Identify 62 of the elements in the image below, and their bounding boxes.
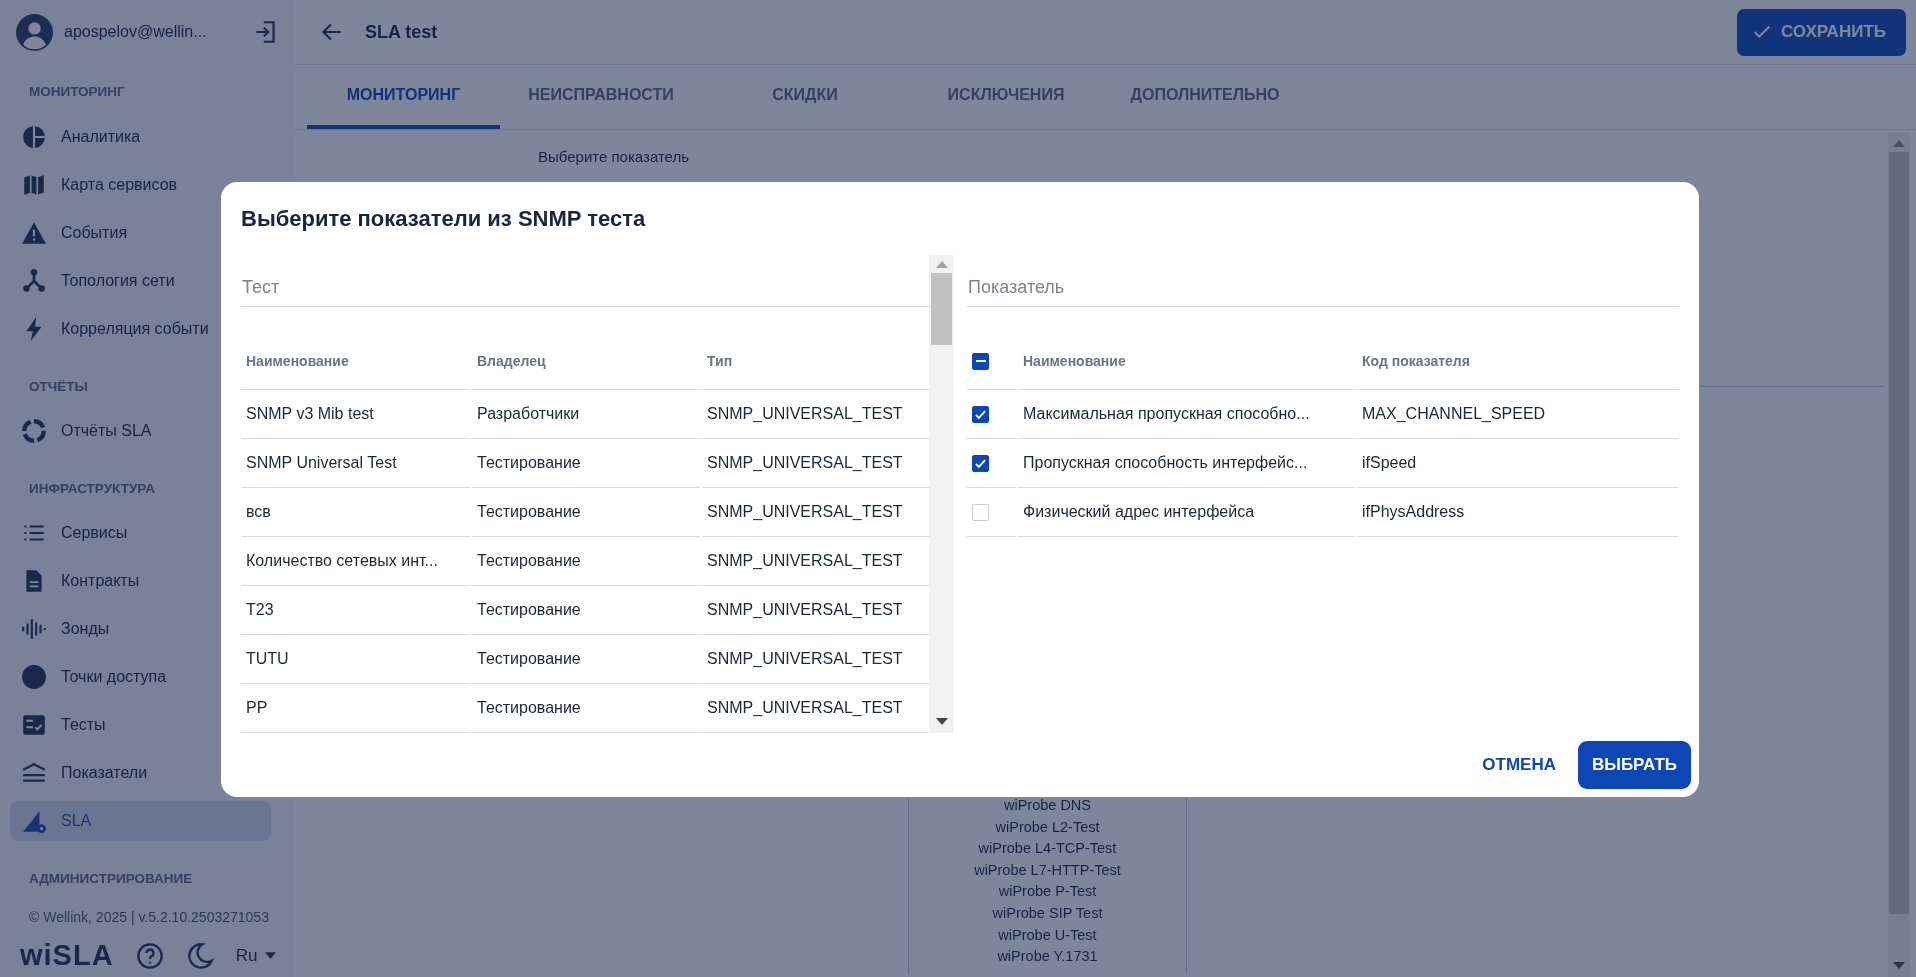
ring-icon [21, 418, 47, 444]
section-heading: АДМИНИСТРИРОВАНИЕ [29, 870, 193, 888]
caret-icon [265, 952, 277, 959]
tab[interactable]: СКИДКИ [702, 65, 908, 129]
table-row[interactable]: Пропускная способность интерфейс... ifSpeed [967, 439, 1679, 488]
language-selector[interactable]: Ru [235, 945, 277, 966]
table-row[interactable]: всв Тестирование SNMP_UNIVERSAL_TEST [241, 488, 929, 537]
section-heading: МОНИТОРИНГ [29, 83, 125, 101]
table-row[interactable]: Количество сетевых инт... Тестирование SNMP_UNIVERSAL_TEST [241, 537, 929, 586]
select-button[interactable]: ВЫБРАТЬ [1577, 741, 1691, 789]
column-header[interactable]: Наименование [241, 333, 470, 390]
table-row[interactable]: Максимальная пропускная способно... MAX_CHANNEL_SPEED [967, 390, 1679, 439]
table-row[interactable]: SNMP v3 Mib test Разработчики SNMP_UNIVERSAL_TEST [241, 390, 929, 439]
map-icon [21, 172, 47, 198]
checkbox[interactable] [972, 455, 989, 473]
probe-item[interactable]: wiProbe L4-TCP-Test [978, 838, 1117, 860]
sidebar-item[interactable]: SLA [10, 801, 271, 841]
probe-item[interactable]: wiProbe L7-HTTP-Test [974, 859, 1121, 882]
tab[interactable]: НЕИСПРАВНОСТИ [500, 65, 702, 129]
sidebar-item[interactable]: Показатели [10, 753, 271, 793]
table-row[interactable]: Физический адрес интерфейса ifPhysAddress [967, 488, 1679, 537]
scrollbar[interactable] [1888, 132, 1910, 977]
table-row[interactable]: T23 Тестирование SNMP_UNIVERSAL_TEST [241, 586, 929, 635]
search-field[interactable]: Показатель [967, 255, 1679, 307]
section-heading: ИНФРАСТРУКТУРА [29, 480, 155, 498]
cancel-button[interactable]: ОТМЕНА [1482, 745, 1556, 785]
column-header[interactable]: Код показателя [1357, 333, 1679, 390]
checkbox[interactable] [972, 406, 989, 424]
user-name[interactable]: apospelov@wellin... [64, 23, 242, 41]
select-all-checkbox[interactable] [972, 352, 989, 370]
table-row[interactable]: SNMP Universal Test Тестирование SNMP_UNIVERSAL_TEST [241, 439, 929, 488]
probe-item[interactable]: wiProbe SIP Test [992, 902, 1103, 925]
field-label: Выберите показатель [537, 147, 691, 165]
probe-item[interactable]: wiProbe U-Test [998, 924, 1097, 947]
probe-item[interactable]: wiProbe Y.1731 [997, 946, 1098, 968]
tab[interactable]: МОНИТОРИНГ [307, 65, 500, 129]
sidebar-item[interactable]: Карта сервисов [10, 165, 271, 205]
minus-icon [975, 360, 986, 363]
table-row[interactable]: PP Тестирование SNMP_UNIVERSAL_TEST [241, 684, 929, 733]
page-title: SLA test [365, 21, 439, 43]
logo: wiSLA [20, 939, 114, 972]
save-button[interactable]: СОХРАНИТЬ [1737, 8, 1906, 56]
copyright-text: © Wellink, 2025 | v.5.2.10.2503271053 [28, 908, 270, 925]
dot-icon [21, 664, 47, 690]
pie-icon [21, 124, 47, 150]
probe-item[interactable]: wiProbe DNS [1004, 795, 1091, 817]
help-icon[interactable] [135, 941, 164, 970]
table-row[interactable]: TUTU Тестирование SNMP_UNIVERSAL_TEST [241, 635, 929, 684]
scrollbar[interactable] [929, 255, 954, 733]
avatar-icon [16, 13, 53, 51]
tab[interactable]: ИСКЛЮЧЕНИЯ [908, 65, 1104, 129]
moon-icon[interactable] [185, 941, 214, 970]
column-header[interactable]: Владелец [472, 333, 700, 390]
sidebar-item[interactable]: Аналитика [10, 117, 271, 157]
search-field[interactable]: Тест [241, 255, 929, 307]
section-heading: ОТЧЁТЫ [29, 378, 88, 396]
probe-item[interactable]: wiProbe P-Test [998, 881, 1097, 903]
dialog-title: Выберите показатели из SNMP теста [241, 205, 647, 233]
probe-item[interactable]: wiProbe L2-Test [995, 816, 1100, 839]
warn-icon [21, 220, 47, 246]
tab[interactable]: ДОПОЛНИТЕЛЬНО [1104, 65, 1306, 129]
column-header[interactable]: Наименование [1018, 333, 1355, 390]
